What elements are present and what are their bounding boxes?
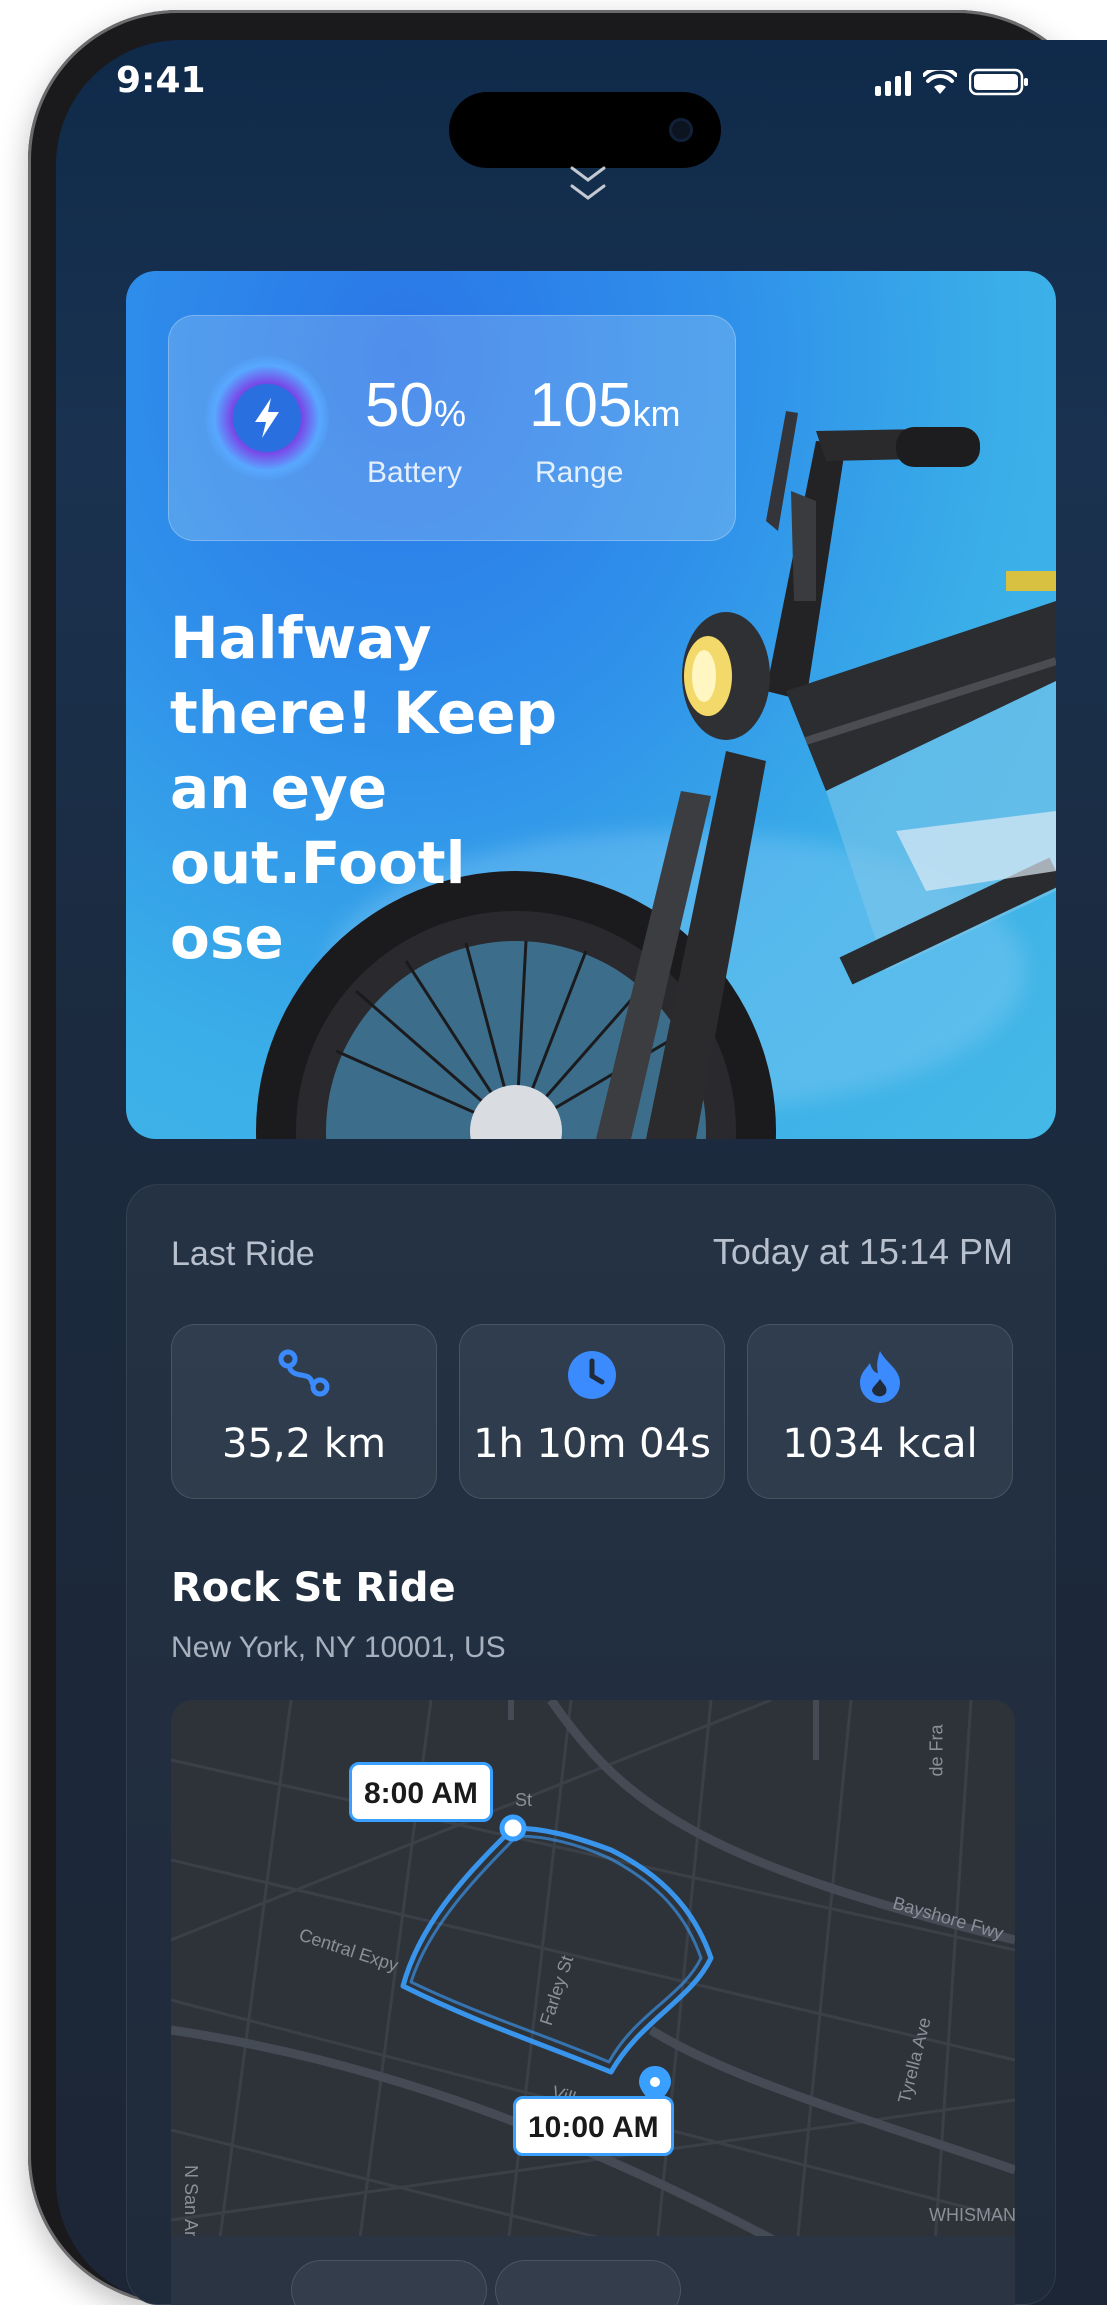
range-value: 105km xyxy=(529,371,681,440)
camera-icon xyxy=(669,118,693,142)
wifi-icon xyxy=(923,70,957,94)
duration-tile: 1h 10m 04s xyxy=(459,1324,725,1499)
battery-label: Battery xyxy=(367,456,463,489)
flame-icon xyxy=(860,1351,900,1403)
dynamic-island xyxy=(449,92,721,168)
status-icons xyxy=(875,68,1029,96)
route-map[interactable]: Central Expy Farley St Villa St Bayshore… xyxy=(171,1700,1015,2305)
street-label: Central Expy xyxy=(296,1924,401,1976)
cellular-signal-icon xyxy=(875,71,911,96)
street-label: Bayshore Fwy xyxy=(890,1892,1006,1944)
start-time-tag: 8:00 AM xyxy=(349,1762,493,1822)
ride-name: Rock St Ride xyxy=(171,1565,456,1611)
map-pill[interactable] xyxy=(291,2260,487,2305)
ride-address: New York, NY 10001, US xyxy=(171,1631,506,1664)
battery-icon xyxy=(969,68,1028,96)
last-ride-card[interactable]: Last Ride Today at 15:14 PM 35,2 km 1h 1… xyxy=(126,1184,1056,2305)
status-time: 9:41 xyxy=(116,60,206,101)
street-label: St xyxy=(515,1790,533,1810)
route-icon xyxy=(278,1349,330,1397)
battery-hero-card[interactable]: 50% Battery 105km Range Halfway there! K… xyxy=(126,271,1056,1139)
end-time-tag: 10:00 AM xyxy=(513,2096,674,2156)
street-label: Farley St xyxy=(535,1953,578,2028)
clock-icon xyxy=(568,1351,616,1399)
street-label: de Fra xyxy=(926,1724,947,1777)
duration-value: 1h 10m 04s xyxy=(473,1421,711,1467)
street-label: Tyrella Ave xyxy=(894,2015,935,2106)
distance-tile: 35,2 km xyxy=(171,1324,437,1499)
last-ride-time: Today at 15:14 PM xyxy=(712,1231,1013,1272)
map-street-labels: Central Expy Farley St Villa St Bayshore… xyxy=(171,1700,1015,2305)
hero-headline: Halfway there! Keep an eye out.Footl ose xyxy=(170,604,558,972)
map-bottom-bar xyxy=(171,2236,1015,2305)
chevron-down-icon[interactable] xyxy=(566,160,610,210)
lightning-bolt-icon xyxy=(205,356,329,480)
battery-stats-panel: 50% Battery 105km Range xyxy=(168,315,736,541)
street-label: WHISMAN xyxy=(929,2205,1015,2225)
calories-value: 1034 kcal xyxy=(782,1421,978,1467)
map-pill[interactable] xyxy=(495,2260,681,2305)
range-label: Range xyxy=(535,456,624,489)
calories-tile: 1034 kcal xyxy=(747,1324,1013,1499)
last-ride-label: Last Ride xyxy=(171,1235,315,1273)
battery-value: 50% xyxy=(365,371,466,440)
distance-value: 35,2 km xyxy=(222,1421,386,1467)
